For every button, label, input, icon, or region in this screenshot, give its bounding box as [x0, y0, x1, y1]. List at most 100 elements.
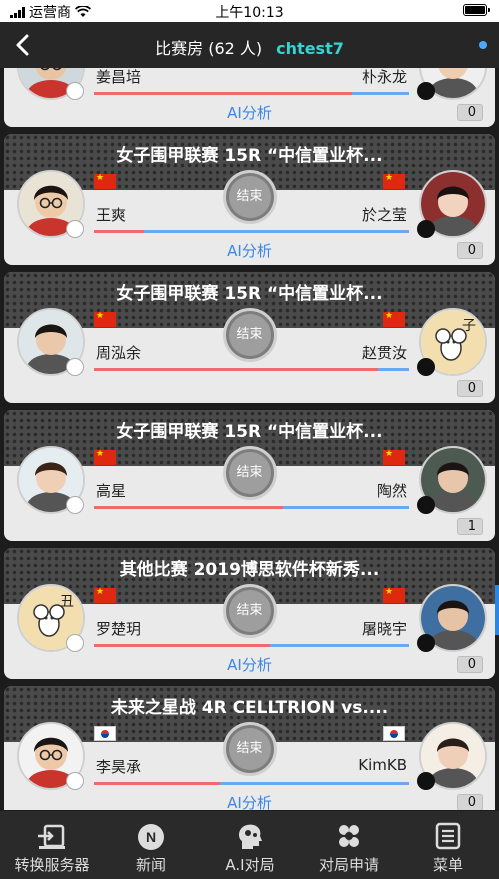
ai-analysis-link[interactable]: AI分析 — [4, 792, 495, 810]
event-title: 女子围甲联赛 15R “中信置业杯... — [116, 146, 383, 166]
svg-text:N: N — [146, 829, 156, 845]
white-stone-icon — [66, 772, 84, 790]
left-player-name: 姜昌培 — [96, 68, 142, 86]
left-player-name: 高星 — [96, 482, 127, 500]
black-stone-icon — [417, 358, 435, 376]
game-status-badge: 结束 — [222, 446, 277, 500]
win-rate-bar — [94, 782, 409, 785]
tab-label: A.I对局 — [225, 856, 275, 874]
win-rate-red — [94, 368, 378, 371]
game-card[interactable]: 女子围甲联赛 15R “中信置业杯... 结束 高星 陶然 1 — [4, 410, 495, 541]
black-stone-icon — [417, 496, 435, 514]
game-card[interactable]: 女子围甲联赛 15R “中信置业杯... 结束 王爽 於之莹 AI分析 0 — [4, 134, 495, 265]
event-title: 其他比赛 2019博思软件杯新秀... — [119, 560, 380, 580]
game-status-badge: 结束 — [222, 170, 277, 224]
win-rate-blue — [283, 506, 409, 509]
china-flag-icon — [94, 586, 116, 603]
white-stone-icon — [66, 496, 84, 514]
ai-analysis-link[interactable]: AI分析 — [4, 240, 495, 261]
white-stone-icon — [66, 82, 84, 100]
win-rate-red — [94, 230, 145, 233]
viewer-count-badge: 0 — [457, 656, 483, 673]
game-list[interactable]: 姜昌培 朴永龙 AI分析 0 女子围甲联赛 15R “中信置业杯... 结束 王… — [0, 68, 499, 810]
china-flag-icon — [383, 586, 405, 603]
svg-text:子: 子 — [462, 318, 476, 334]
tab-label: 对局申请 — [318, 856, 379, 874]
right-player-name: 朴永龙 — [361, 68, 407, 86]
win-rate-blue — [352, 92, 409, 95]
tab-news[interactable]: N 新闻 — [101, 811, 201, 879]
game-card[interactable]: 其他比赛 2019博思软件杯新秀... 丑 结束 罗楚玥 屠晓宇 AI分析 0 — [4, 548, 495, 679]
event-title: 未来之星战 4R CELLTRION vs.... — [110, 698, 389, 718]
black-stone-icon — [417, 634, 435, 652]
tab-ai-game[interactable]: A.I对局 — [200, 811, 300, 879]
left-player-name: 王爽 — [96, 206, 127, 224]
news-icon: N — [138, 824, 164, 850]
right-player-name: 屠晓宇 — [361, 620, 407, 638]
win-rate-blue — [144, 230, 409, 233]
win-rate-blue — [270, 644, 409, 647]
ai-analysis-link[interactable]: AI分析 — [4, 654, 495, 675]
navigation-bar: 比赛房 (62 人) chtest7 — [0, 22, 499, 68]
right-player-name: 赵贯汝 — [361, 344, 407, 362]
left-player-name: 周泓余 — [96, 344, 142, 362]
viewer-count-badge: 0 — [457, 794, 483, 810]
black-stone-icon — [417, 772, 435, 790]
win-rate-bar — [94, 230, 409, 233]
status-bar: 运营商 上午10:13 — [0, 0, 499, 22]
white-stone-icon — [66, 634, 84, 652]
win-rate-blue — [377, 368, 409, 371]
tab-bar: 转换服务器 N 新闻 A.I对局 对局申请 菜单 — [0, 811, 499, 879]
battery-icon — [463, 4, 490, 16]
left-player-name: 李昊承 — [96, 758, 142, 776]
china-flag-icon — [94, 310, 116, 327]
page-title: 比赛房 (62 人) chtest7 — [0, 35, 499, 59]
tab-label: 新闻 — [135, 856, 166, 874]
game-request-icon — [339, 825, 359, 847]
tab-switch-server[interactable]: 转换服务器 — [2, 811, 102, 879]
right-player-name: KimKB — [358, 756, 407, 774]
game-status-badge: 结束 — [222, 584, 277, 638]
scrollbar[interactable] — [495, 585, 499, 635]
event-title: 女子围甲联赛 15R “中信置业杯... — [116, 422, 383, 442]
right-player-name: 於之莹 — [361, 206, 407, 224]
tab-label: 菜单 — [432, 856, 463, 874]
game-card[interactable]: 女子围甲联赛 15R “中信置业杯... 子 结束 周泓余 赵贯汝 0 — [4, 272, 495, 403]
ai-analysis-link[interactable]: AI分析 — [4, 102, 495, 123]
black-stone-icon — [417, 220, 435, 238]
white-stone-icon — [66, 358, 84, 376]
tab-menu[interactable]: 菜单 — [398, 811, 498, 879]
viewer-count-badge: 0 — [457, 242, 483, 259]
menu-icon — [435, 822, 461, 850]
win-rate-red — [94, 644, 271, 647]
korea-flag-icon — [94, 726, 116, 741]
svg-text:丑: 丑 — [60, 594, 74, 610]
ai-brain-icon — [239, 824, 262, 849]
clock: 上午10:13 — [215, 5, 284, 21]
black-stone-icon — [417, 82, 435, 100]
left-player-name: 罗楚玥 — [96, 620, 142, 638]
win-rate-bar — [94, 368, 409, 371]
game-status-badge: 结束 — [222, 308, 277, 362]
win-rate-blue — [220, 782, 409, 785]
win-rate-red — [94, 506, 283, 509]
win-rate-bar — [94, 506, 409, 509]
right-player-name: 陶然 — [376, 482, 407, 500]
tab-game-request[interactable]: 对局申请 — [299, 811, 399, 879]
room-title: 比赛房 (62 人) — [155, 39, 263, 58]
viewer-count-badge: 1 — [457, 518, 483, 535]
china-flag-icon — [383, 172, 405, 189]
white-stone-icon — [66, 220, 84, 238]
game-card[interactable]: 未来之星战 4R CELLTRION vs.... 结束 李昊承 KimKB A… — [4, 686, 495, 810]
tab-label: 转换服务器 — [14, 856, 90, 874]
china-flag-icon — [383, 310, 405, 327]
game-card[interactable]: 姜昌培 朴永龙 AI分析 0 — [4, 68, 495, 127]
connection-indicator — [479, 41, 487, 49]
china-flag-icon — [94, 448, 116, 465]
korea-flag-icon — [383, 726, 405, 741]
win-rate-bar — [94, 92, 409, 95]
game-status-badge: 结束 — [222, 722, 277, 776]
switch-server-icon — [38, 824, 65, 849]
win-rate-red — [94, 782, 220, 785]
viewer-count-badge: 0 — [457, 380, 483, 397]
